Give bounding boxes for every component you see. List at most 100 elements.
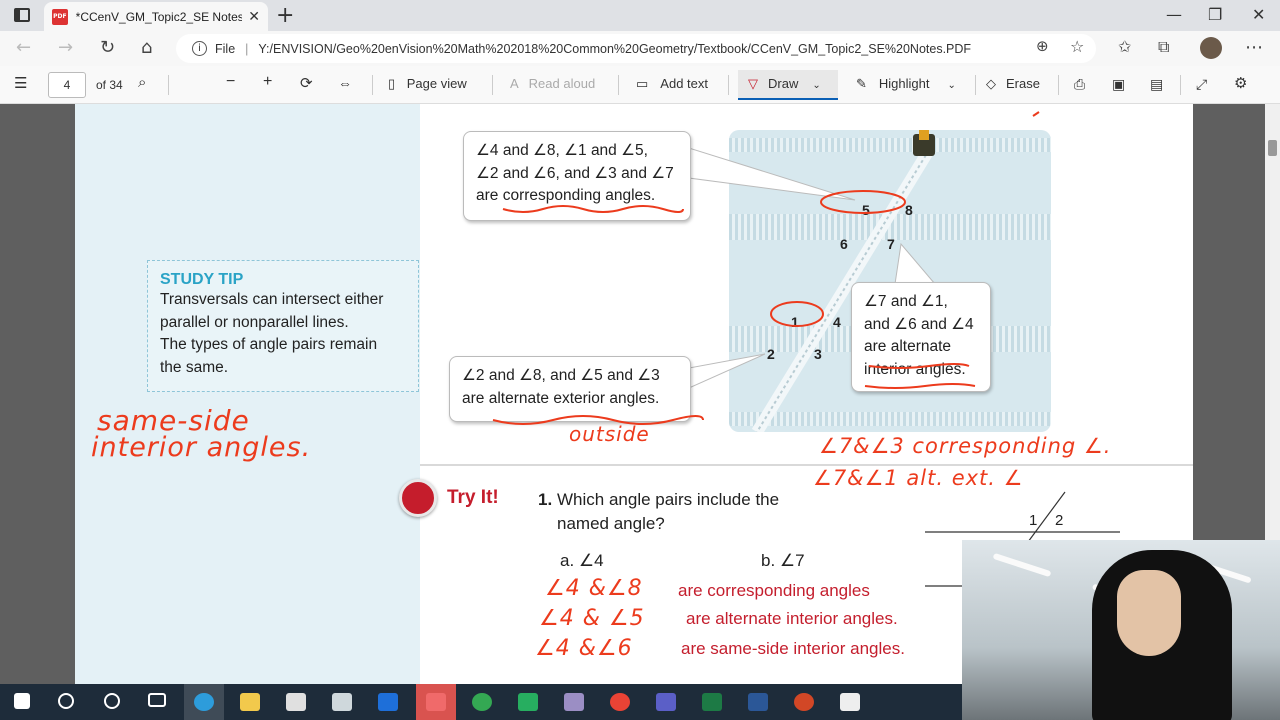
ink-underline-interior — [864, 383, 976, 389]
ink-answer-1: ∠4 &∠8 — [545, 576, 643, 601]
divider — [618, 75, 619, 95]
more-menu-icon[interactable]: ⋯ — [1245, 37, 1263, 58]
fit-page-icon[interactable]: ⇔ — [338, 75, 352, 91]
close-tab-icon[interactable]: ✕ — [248, 9, 260, 25]
erase-label: Erase — [1006, 76, 1040, 91]
url-separator: | — [245, 41, 249, 56]
edge-icon[interactable] — [194, 693, 214, 711]
search-icon[interactable]: ⌕ — [138, 74, 146, 91]
paint-icon[interactable] — [564, 693, 584, 711]
windows-taskbar — [0, 684, 962, 720]
minimize-icon[interactable]: — — [1166, 5, 1182, 24]
app-window: PDF *CCenV_GM_Topic2_SE Notes.PDF ✕ + — … — [0, 0, 1280, 720]
tab-actions-icon[interactable] — [14, 8, 30, 22]
divider — [372, 75, 373, 95]
calendar-icon[interactable] — [426, 693, 446, 711]
zoom-icon[interactable]: ⊕ — [1036, 37, 1049, 55]
highlight-icon: ✎ — [856, 76, 867, 91]
excel-icon[interactable] — [702, 693, 722, 711]
new-tab-button[interactable]: + — [276, 3, 294, 28]
print-icon[interactable]: ⎙ — [1074, 76, 1085, 93]
ink-answer-2: ∠4 & ∠5 — [539, 606, 645, 631]
highlight-button[interactable]: ✎ Highlight ⌄ — [856, 76, 956, 92]
browser-tab[interactable]: PDF *CCenV_GM_Topic2_SE Notes.PDF ✕ — [44, 2, 268, 31]
scrollbar-thumb[interactable] — [1268, 140, 1277, 156]
home-icon[interactable]: ⌂ — [141, 37, 152, 58]
store-icon[interactable] — [286, 693, 306, 711]
tab-strip: PDF *CCenV_GM_Topic2_SE Notes.PDF ✕ + — … — [0, 0, 1280, 31]
close-window-icon[interactable]: ✕ — [1252, 5, 1265, 24]
read-aloud-button[interactable]: A Read aloud — [510, 76, 595, 91]
add-text-label: Add text — [660, 76, 708, 91]
back-icon[interactable]: ← — [16, 37, 31, 58]
divider — [168, 75, 169, 95]
ink-outside: outside — [569, 422, 650, 446]
pdf-file-icon: PDF — [52, 8, 68, 25]
outlook-icon[interactable] — [378, 693, 398, 711]
save-as-icon[interactable]: ▤ — [1150, 76, 1163, 93]
divider — [975, 75, 976, 95]
ink-interior-angles: interior angles. — [91, 432, 312, 463]
page-view-button[interactable]: ▯ Page view — [388, 76, 467, 92]
divider — [1058, 75, 1059, 95]
profile-avatar[interactable] — [1200, 37, 1222, 59]
save-icon[interactable]: ▣ — [1112, 76, 1125, 93]
url-text: Y:/ENVISION/Geo%20enVision%20Math%202018… — [258, 41, 972, 56]
rotate-icon[interactable]: ⟳ — [300, 74, 313, 92]
file-label: File — [215, 41, 236, 56]
erase-button[interactable]: ◇ Erase — [986, 76, 1040, 92]
divider — [492, 75, 493, 95]
page-view-icon: ▯ — [388, 76, 399, 91]
divider — [1180, 75, 1181, 95]
cortana-icon[interactable] — [104, 693, 120, 709]
read-aloud-label: Read aloud — [528, 76, 596, 91]
add-text-button[interactable]: ▭ Add text — [636, 76, 708, 92]
ink-underline-alternate — [868, 363, 970, 369]
teams-icon[interactable] — [656, 693, 676, 711]
ink-alt-ext-note: ∠7&∠1 alt. ext. ∠ — [813, 466, 1024, 490]
page-view-label: Page view — [406, 76, 467, 91]
highlight-label: Highlight — [878, 76, 930, 91]
fullscreen-icon[interactable]: ⤢ — [1196, 76, 1207, 93]
favorite-add-icon[interactable]: ☆ — [1070, 37, 1084, 56]
mail-icon[interactable] — [332, 693, 352, 711]
address-bar[interactable]: i File | Y:/ENVISION/Geo%20enVision%20Ma… — [176, 34, 1096, 63]
page-total: of 34 — [96, 78, 123, 92]
tab-title: *CCenV_GM_Topic2_SE Notes.PDF — [75, 9, 243, 24]
zoom-in-icon[interactable]: + — [263, 73, 272, 91]
read-aloud-icon: A — [510, 76, 519, 91]
restore-icon[interactable]: ❐ — [1208, 5, 1222, 24]
page-number-input[interactable]: 4 — [48, 72, 86, 98]
webcam-overlay — [962, 540, 1280, 720]
presenter-face — [1117, 570, 1181, 656]
draw-button-content[interactable]: ▽ Draw ⌄ — [748, 76, 821, 92]
refresh-icon[interactable]: ↻ — [100, 37, 115, 58]
search-icon[interactable] — [58, 693, 74, 709]
word-icon[interactable] — [748, 693, 768, 711]
collections-icon[interactable]: ⧉ — [1158, 37, 1169, 57]
ink-mark — [1032, 111, 1040, 117]
ink-corresponding-note: ∠7&∠3 corresponding ∠. — [819, 434, 1112, 458]
file-explorer-icon[interactable] — [240, 693, 260, 711]
pdf-toolbar: ☰ 4 of 34 ⌕ − + ⟳ ⇔ ▯ Page view A Read al… — [0, 66, 1280, 104]
chevron-down-icon[interactable]: ⌄ — [948, 80, 956, 91]
ceiling-light — [992, 552, 1052, 578]
forward-icon[interactable]: → — [58, 37, 73, 58]
ink-circle-5 — [820, 190, 906, 214]
zoom-out-icon[interactable]: − — [226, 73, 235, 91]
photos-icon[interactable] — [840, 693, 860, 711]
task-view-icon[interactable] — [148, 693, 166, 707]
address-bar-row: ← → ↻ ⌂ i File | Y:/ENVISION/Geo%20enVis… — [0, 31, 1280, 66]
info-icon[interactable]: i — [192, 41, 207, 56]
chrome-icon[interactable] — [472, 693, 492, 711]
powerpoint-icon[interactable] — [794, 693, 814, 711]
geogebra-icon[interactable] — [518, 693, 538, 711]
contents-icon[interactable]: ☰ — [14, 74, 27, 92]
windows-start-icon[interactable] — [14, 693, 30, 709]
ink-underline-corresponding — [502, 205, 684, 213]
ink-answer-3: ∠4 &∠6 — [535, 636, 633, 661]
chevron-down-icon[interactable]: ⌄ — [812, 80, 820, 91]
settings-gear-icon[interactable]: ⚙ — [1234, 74, 1247, 92]
chrome-profile-icon[interactable] — [610, 693, 630, 711]
favorites-icon[interactable]: ✩ — [1118, 37, 1131, 56]
